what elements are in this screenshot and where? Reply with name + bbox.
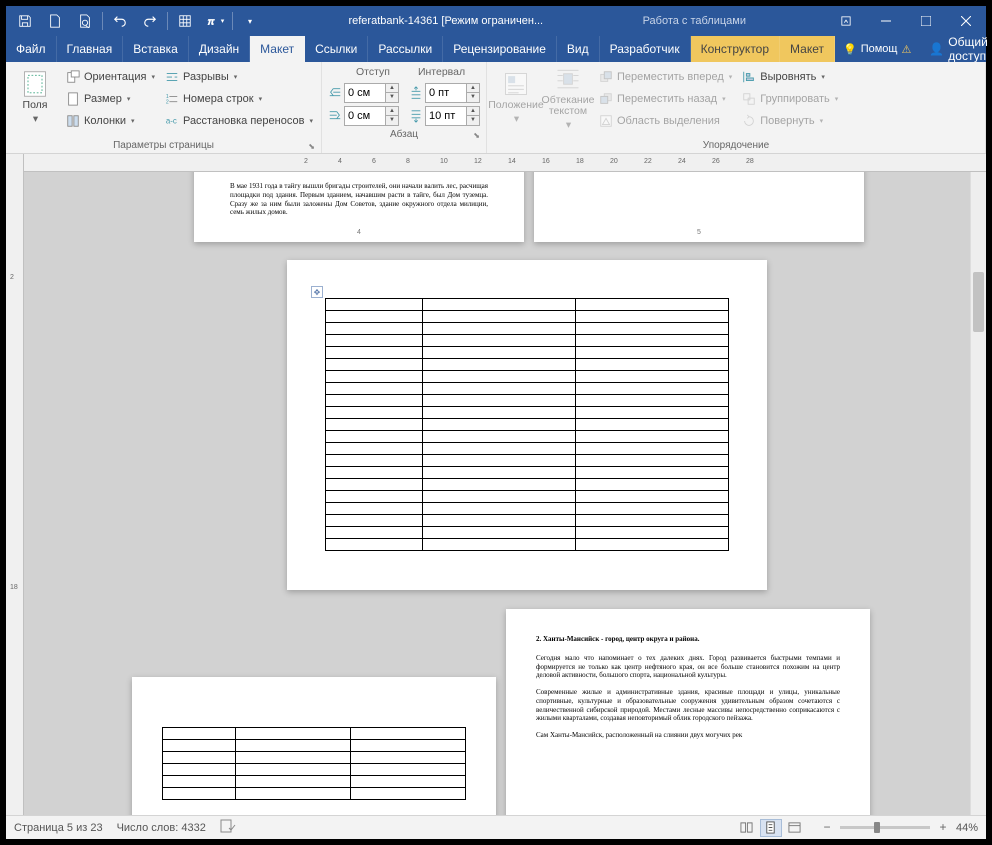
zoom-level[interactable]: 44% bbox=[956, 822, 978, 834]
indent-right-input[interactable] bbox=[345, 107, 385, 125]
equation-button[interactable]: π▾ bbox=[200, 6, 230, 36]
new-doc-button[interactable] bbox=[40, 6, 70, 36]
tab-layout[interactable]: Макет bbox=[250, 36, 305, 62]
maximize-button[interactable] bbox=[906, 6, 946, 36]
vertical-scrollbar[interactable] bbox=[970, 172, 986, 815]
undo-button[interactable] bbox=[105, 6, 135, 36]
orientation-button[interactable]: Ориентация▾ bbox=[64, 66, 157, 87]
svg-text:2: 2 bbox=[166, 99, 169, 105]
person-icon: 👤 bbox=[929, 42, 944, 56]
tab-design[interactable]: Дизайн bbox=[189, 36, 250, 62]
page-8-text: 2. Ханты-Мансийск - город, центр округа … bbox=[506, 609, 870, 815]
quick-access-toolbar: π▾ ▾ bbox=[6, 6, 269, 36]
horizontal-ruler[interactable]: 246810121416182022242628 bbox=[24, 154, 986, 172]
space-before-input[interactable] bbox=[426, 84, 466, 102]
group-label-page-setup[interactable]: Параметры страницы bbox=[12, 138, 315, 153]
group-paragraph: ОтступИнтервал ▲▼ ▲▼ ▲▼ ▲▼ Абзац bbox=[322, 62, 487, 153]
indent-left-input[interactable] bbox=[345, 84, 385, 102]
read-mode-button[interactable] bbox=[736, 819, 758, 837]
page-5: 5 bbox=[534, 172, 864, 242]
columns-button[interactable]: Колонки▾ bbox=[64, 110, 157, 131]
status-bar: Страница 5 из 23 Число слов: 4332 − + 44… bbox=[6, 815, 986, 839]
web-layout-button[interactable] bbox=[784, 819, 806, 837]
group-arrange: Положение▾ Обтекание текстом▾ Переместит… bbox=[487, 62, 986, 153]
line-numbers-button[interactable]: 12Номера строк▾ bbox=[163, 88, 315, 109]
bring-forward-button: Переместить вперед▾ bbox=[597, 66, 734, 87]
table-move-handle[interactable]: ✥ bbox=[311, 286, 323, 298]
tab-developer[interactable]: Разработчик bbox=[600, 36, 691, 62]
redo-button[interactable] bbox=[135, 6, 165, 36]
svg-text:π: π bbox=[207, 17, 214, 28]
indent-right[interactable]: ▲▼ bbox=[328, 105, 399, 127]
zoom-in-button[interactable]: + bbox=[936, 821, 950, 835]
vertical-ruler[interactable]: 2 18 bbox=[6, 154, 24, 815]
minimize-button[interactable] bbox=[866, 6, 906, 36]
indent-left[interactable]: ▲▼ bbox=[328, 82, 399, 104]
view-buttons bbox=[736, 819, 806, 837]
print-preview-button[interactable] bbox=[70, 6, 100, 36]
document-area: 2 18 246810121416182022242628 В мае 1931… bbox=[6, 154, 986, 815]
tell-me[interactable]: 💡 Помощ ⚠ bbox=[835, 36, 919, 62]
window-title: referatbank-14361 [Режим ограничен... bbox=[269, 15, 623, 27]
document-table[interactable] bbox=[325, 298, 729, 551]
zoom-slider[interactable] bbox=[840, 826, 930, 829]
print-layout-button[interactable] bbox=[760, 819, 782, 837]
tab-table-design[interactable]: Конструктор bbox=[691, 36, 780, 62]
ribbon-tabs: Файл Главная Вставка Дизайн Макет Ссылки… bbox=[6, 36, 986, 62]
scroll-thumb[interactable] bbox=[973, 272, 984, 332]
save-button[interactable] bbox=[10, 6, 40, 36]
tab-home[interactable]: Главная bbox=[57, 36, 124, 62]
zoom-out-button[interactable]: − bbox=[820, 821, 834, 835]
document-table-2[interactable] bbox=[162, 727, 466, 800]
warning-icon: ⚠ bbox=[901, 43, 911, 56]
page-indicator[interactable]: Страница 5 из 23 bbox=[14, 822, 103, 834]
title-bar: π▾ ▾ referatbank-14361 [Режим ограничен.… bbox=[6, 6, 986, 36]
group-page-setup: Поля▾ Ориентация▾ Размер▾ Колонки▾ Разры… bbox=[6, 62, 322, 153]
tab-mailings[interactable]: Рассылки bbox=[368, 36, 443, 62]
tab-file[interactable]: Файл bbox=[6, 36, 57, 62]
word-count[interactable]: Число слов: 4332 bbox=[117, 822, 206, 834]
tab-insert[interactable]: Вставка bbox=[123, 36, 189, 62]
share-button[interactable]: 👤 Общий доступ bbox=[919, 36, 992, 62]
tab-references[interactable]: Ссылки bbox=[305, 36, 368, 62]
selection-pane-button: Область выделения bbox=[597, 110, 734, 131]
group-label-paragraph[interactable]: Абзац bbox=[328, 127, 480, 142]
table-button[interactable] bbox=[170, 6, 200, 36]
page-6-table: ✥ bbox=[287, 260, 767, 590]
ribbon: Поля▾ Ориентация▾ Размер▾ Колонки▾ Разры… bbox=[6, 62, 986, 154]
app-window: π▾ ▾ referatbank-14361 [Режим ограничен.… bbox=[6, 6, 986, 839]
space-before[interactable]: ▲▼ bbox=[409, 82, 480, 104]
space-after-input[interactable] bbox=[426, 107, 466, 125]
heading: 2. Ханты-Мансийск - город, центр округа … bbox=[536, 635, 840, 644]
svg-text:a-c: a-c bbox=[166, 116, 177, 125]
close-button[interactable] bbox=[946, 6, 986, 36]
page-7-table bbox=[132, 677, 496, 815]
space-after[interactable]: ▲▼ bbox=[409, 105, 480, 127]
zoom-controls: − + 44% bbox=[820, 821, 978, 835]
align-button[interactable]: Выровнять▾ bbox=[740, 66, 840, 87]
group-label-arrange: Упорядочение bbox=[493, 138, 979, 153]
rotate-button: Повернуть▾ bbox=[740, 110, 840, 131]
wrap-text-button: Обтекание текстом▾ bbox=[545, 64, 591, 132]
tab-view[interactable]: Вид bbox=[557, 36, 600, 62]
size-button[interactable]: Размер▾ bbox=[64, 88, 157, 109]
bulb-icon: 💡 bbox=[843, 43, 857, 56]
ribbon-display-button[interactable] bbox=[826, 6, 866, 36]
page-4: В мае 1931 года в тайгу вышли бригады ст… bbox=[194, 172, 524, 242]
hyphenation-button[interactable]: a-cРасстановка переносов▾ bbox=[163, 110, 315, 131]
tab-table-layout[interactable]: Макет bbox=[780, 36, 835, 62]
qat-customize[interactable]: ▾ bbox=[235, 6, 265, 36]
tab-review[interactable]: Рецензирование bbox=[443, 36, 557, 62]
margins-button[interactable]: Поля▾ bbox=[12, 64, 58, 132]
spellcheck-icon[interactable] bbox=[220, 819, 236, 836]
send-backward-button: Переместить назад▾ bbox=[597, 88, 734, 109]
contextual-tab-label: Работа с таблицами bbox=[623, 15, 766, 27]
group-button: Группировать▾ bbox=[740, 88, 840, 109]
breaks-button[interactable]: Разрывы▾ bbox=[163, 66, 315, 87]
document-canvas[interactable]: В мае 1931 года в тайгу вышли бригады ст… bbox=[24, 172, 986, 815]
position-button: Положение▾ bbox=[493, 64, 539, 132]
